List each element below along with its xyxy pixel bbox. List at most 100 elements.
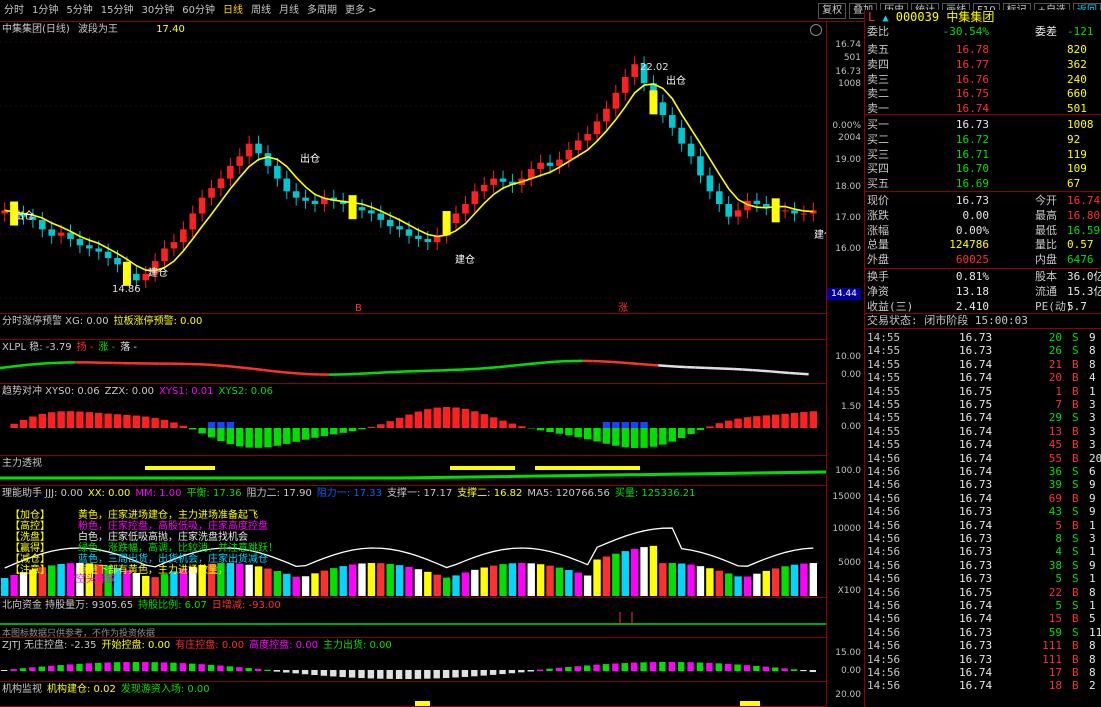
tick-row[interactable]: 14:55 16.74 45 B 3: [867, 438, 1101, 451]
tick-row[interactable]: 14:56 16.74 15 B 5: [867, 612, 1101, 625]
tick-row[interactable]: 14:56 16.74 36 S 6: [867, 465, 1101, 478]
tick-row[interactable]: 14:56 16.74 55 B 20: [867, 452, 1101, 465]
candle[interactable]: [208, 180, 215, 206]
candle[interactable]: [480, 176, 488, 200]
tick-row[interactable]: 14:56 16.74 18 B 2: [867, 679, 1101, 692]
candle[interactable]: [292, 183, 300, 206]
candle[interactable]: [762, 196, 770, 216]
tick-row[interactable]: 14:55 16.73 20 S 9: [867, 331, 1101, 344]
timeframe-tab[interactable]: 1分钟: [28, 0, 62, 22]
candle[interactable]: [377, 205, 385, 228]
candle[interactable]: [753, 192, 761, 212]
tick-row[interactable]: 14:56 16.73 8 S 3: [867, 532, 1101, 545]
indicator-panel[interactable]: ZJTJ 无庄控盘: -2.35 开始控盘: 0.00 有庄控盘: 0.00 高度控盘…: [0, 638, 826, 682]
timeframe-tab[interactable]: 分时: [0, 0, 28, 22]
candle[interactable]: [161, 240, 168, 270]
tick-row[interactable]: 14:55 16.73 26 S 8: [867, 344, 1101, 357]
timeframe-tab[interactable]: 多周期: [303, 0, 341, 22]
candle[interactable]: [67, 224, 74, 247]
candle[interactable]: [668, 107, 676, 136]
candle[interactable]: [452, 205, 460, 231]
candle[interactable]: [170, 234, 178, 257]
tick-row[interactable]: 14:56 16.73 43 S 9: [867, 505, 1101, 518]
candle[interactable]: [603, 100, 610, 130]
candle[interactable]: [687, 135, 695, 165]
candle[interactable]: [462, 196, 469, 222]
candle[interactable]: [368, 202, 375, 222]
candle[interactable]: [706, 167, 714, 200]
candle[interactable]: [321, 189, 328, 212]
candle[interactable]: [791, 202, 798, 222]
stat-field: 最低: [1035, 223, 1057, 237]
tick-row[interactable]: 14:56 16.73 5 S 1: [867, 572, 1101, 585]
timeframe-tab[interactable]: 月线: [275, 0, 303, 22]
candle[interactable]: [725, 196, 732, 225]
indicator-panel[interactable]: XLPL 稳: -3.79 扬 - 涨 - 落 -: [0, 340, 826, 384]
candle[interactable]: [678, 119, 685, 152]
candle[interactable]: [781, 202, 789, 219]
tick-row[interactable]: 14:56 16.75 22 B 8: [867, 586, 1101, 599]
candle[interactable]: [659, 94, 667, 123]
candle[interactable]: [621, 68, 629, 101]
timeframe-tab[interactable]: 60分钟: [178, 0, 219, 22]
candle[interactable]: [227, 157, 234, 187]
tick-row[interactable]: 14:56 16.74 69 B 9: [867, 492, 1101, 505]
tick-field: S: [1072, 505, 1079, 519]
timeframe-tab[interactable]: 15分钟: [97, 0, 138, 22]
timeframe-tab[interactable]: 30分钟: [137, 0, 178, 22]
timeframe-tab[interactable]: 5分钟: [62, 0, 96, 22]
candle[interactable]: [245, 135, 253, 165]
candle[interactable]: [255, 135, 262, 162]
candle[interactable]: [537, 154, 544, 177]
settings-icon[interactable]: [810, 24, 822, 36]
candle[interactable]: [283, 170, 291, 200]
tick-row[interactable]: 14:55 16.74 21 B 8: [867, 358, 1101, 371]
timeframe-tab[interactable]: 更多 >: [341, 0, 381, 22]
candlestick-chart[interactable]: 出仓出仓建仓建仓出仓建仓22.0214.86B涨: [0, 22, 826, 314]
tick-field: 36: [1048, 465, 1062, 478]
candle[interactable]: [433, 227, 441, 251]
candle[interactable]: [471, 183, 479, 212]
tick-row[interactable]: 14:56 16.73 38 S 9: [867, 559, 1101, 572]
candle[interactable]: [189, 205, 197, 238]
tick-row[interactable]: 14:56 16.74 5 S 1: [867, 599, 1101, 612]
tick-row[interactable]: 14:55 16.74 13 B 3: [867, 425, 1101, 438]
candle[interactable]: [584, 126, 591, 149]
candlestick-panel[interactable]: 出仓出仓建仓建仓出仓建仓22.0214.86B涨 中集集团(日线) 波段为王 1…: [0, 22, 826, 314]
indicator-panel[interactable]: 趋势对冲 XYS0: 0.06 ZZX: 0.00 XYS1: 0.01 XYS2: …: [0, 384, 826, 456]
candle[interactable]: [217, 170, 225, 197]
tick-row[interactable]: 14:55 16.74 29 S 3: [867, 411, 1101, 424]
timeframe-tab[interactable]: 日线: [219, 0, 247, 22]
tick-row[interactable]: 14:56 16.73 111 B 8: [867, 653, 1101, 666]
tick-field: B: [1072, 451, 1079, 465]
tick-row[interactable]: 14:56 16.73 111 B 8: [867, 639, 1101, 652]
tick-row[interactable]: 14:56 16.73 39 S 9: [867, 478, 1101, 491]
tick-row[interactable]: 14:56 16.73 59 S 11: [867, 626, 1101, 639]
tool-button[interactable]: 复权: [818, 3, 847, 19]
tick-field: 16.75: [959, 585, 993, 599]
tick-row[interactable]: 14:56 16.74 5 B 1: [867, 519, 1101, 532]
candle[interactable]: [631, 56, 638, 85]
candle[interactable]: [198, 189, 206, 222]
candle[interactable]: [697, 148, 704, 184]
candle[interactable]: [180, 221, 187, 251]
tick-row[interactable]: 14:55 16.74 20 B 4: [867, 371, 1101, 384]
candle[interactable]: [302, 189, 309, 209]
tick-row[interactable]: 14:56 16.73 4 S 1: [867, 545, 1101, 558]
candle[interactable]: [358, 199, 366, 219]
tick-row[interactable]: 14:56 16.74 17 B 8: [867, 666, 1101, 679]
candle[interactable]: [612, 84, 620, 117]
candle[interactable]: [800, 205, 808, 222]
timeframe-tab[interactable]: 周线: [247, 0, 275, 22]
tick-row[interactable]: 14:55 16.75 1 B 1: [867, 385, 1101, 398]
candle[interactable]: [1, 202, 8, 222]
candle[interactable]: [734, 202, 742, 225]
indicator-panel[interactable]: 分时涨停预警 XG: 0.00 拉板涨停预警: 0.00: [0, 314, 826, 340]
indicator-panel[interactable]: 主力透视: [0, 456, 826, 486]
indicator-panel[interactable]: 机构监视 机构建仓: 0.02 发现游资入场: 0.00: [0, 682, 826, 707]
tick-row[interactable]: 14:55 16.75 7 B 3: [867, 398, 1101, 411]
candle[interactable]: [490, 170, 497, 193]
candle[interactable]: [527, 161, 535, 187]
candle[interactable]: [236, 148, 244, 174]
candle[interactable]: [715, 183, 723, 212]
